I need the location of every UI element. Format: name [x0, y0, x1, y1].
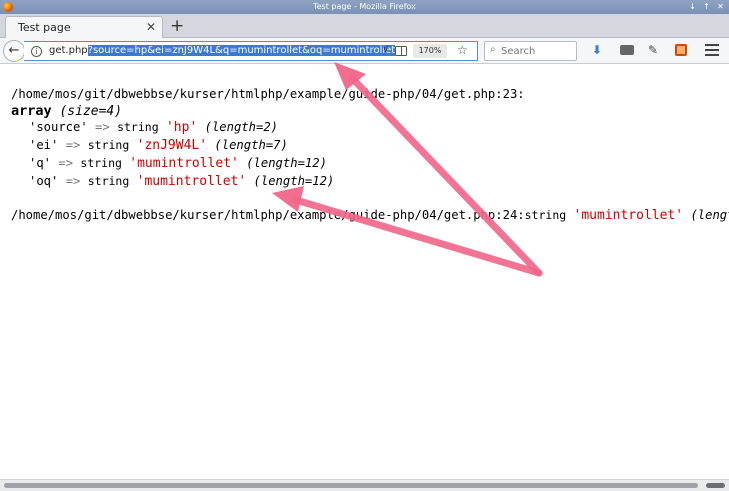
download-icon[interactable]: ⬇ [592, 42, 602, 58]
entry-type: string [80, 156, 122, 170]
url-prefix: get.php [49, 45, 88, 56]
hamburger-menu-icon[interactable] [705, 44, 719, 56]
array-entry: 'oq' => string 'mumintrollet' (length=12… [29, 174, 334, 189]
url-bar[interactable]: i get.php?source=hp&ei=znJ9W4L&q=mumintr… [24, 41, 478, 61]
window-titlebar: Test page - Mozilla Firefox ↓ ↑ ✕ [0, 0, 729, 14]
reader-view-icon[interactable] [395, 46, 407, 56]
array-header: array (size=4) [11, 103, 122, 119]
search-box[interactable]: ⌕ [484, 41, 577, 61]
page-info-icon[interactable]: i [31, 46, 42, 57]
line2-length: (length=12) [690, 208, 729, 222]
dump-path-2: /home/mos/git/dbwebbse/kurser/htmlphp/ex… [11, 208, 525, 222]
eyedropper-icon[interactable]: ✎ [648, 42, 658, 58]
maximize-button[interactable]: ↑ [701, 1, 712, 12]
tab-title: Test page [18, 21, 71, 34]
entry-key: 'oq' [29, 174, 59, 188]
array-entry: 'source' => string 'hp' (length=2) [29, 120, 278, 135]
nav-toolbar: ← i get.php?source=hp&ei=znJ9W4L&q=mumin… [0, 38, 729, 64]
entry-length: (length=12) [253, 174, 335, 188]
entry-key: 'q' [29, 156, 52, 170]
close-window-button[interactable]: ✕ [715, 1, 726, 12]
entry-value: 'mumintrollet' [129, 156, 239, 171]
horizontal-scrollbar[interactable] [0, 479, 729, 491]
scrollbar-thumb[interactable] [4, 483, 698, 488]
firefox-icon [3, 2, 13, 12]
line2-type: string [524, 208, 567, 222]
entry-arrow: => [95, 120, 110, 134]
window-controls: ↓ ↑ ✕ [687, 1, 726, 12]
tab-test-page[interactable]: Test page ✕ [5, 16, 163, 39]
entry-key: 'source' [29, 120, 88, 134]
entry-value: 'mumintrollet' [136, 174, 247, 189]
page-content: /home/mos/git/dbwebbse/kurser/htmlphp/ex… [0, 65, 729, 479]
entry-type: string [87, 174, 130, 188]
array-keyword: array [11, 103, 52, 119]
url-dropdown-icon[interactable]: ∨ [382, 44, 389, 55]
url-text[interactable]: get.php?source=hp&ei=znJ9W4L&q=mumintrol… [49, 45, 396, 56]
entry-value: 'znJ9W4L' [136, 138, 208, 153]
entry-value: 'hp' [165, 120, 198, 135]
array-entry: 'q' => string 'mumintrollet' (length=12) [29, 156, 327, 171]
entry-length: (length=2) [204, 120, 278, 134]
entry-type: string [117, 120, 159, 134]
entry-length: (length=12) [246, 156, 327, 170]
entry-type: string [87, 138, 130, 152]
entry-length: (length=7) [214, 138, 288, 152]
entry-arrow: => [65, 138, 81, 152]
entry-arrow: => [58, 156, 74, 170]
tab-strip: Test page ✕ + [0, 14, 729, 39]
url-selected-query: ?source=hp&ei=znJ9W4L&q=mumintrollet&oq=… [87, 45, 396, 56]
dump-path-line-1: /home/mos/git/dbwebbse/kurser/htmlphp/ex… [11, 87, 525, 101]
dump-path-line-2: /home/mos/git/dbwebbse/kurser/htmlphp/ex… [11, 208, 729, 223]
array-entry: 'ei' => string 'znJ9W4L' (length=7) [29, 138, 288, 153]
entry-arrow: => [65, 174, 81, 188]
line2-value: 'mumintrollet' [573, 208, 684, 223]
back-button[interactable]: ← [3, 40, 25, 62]
search-icon: ⌕ [490, 44, 496, 55]
bookmark-star-icon[interactable]: ☆ [457, 43, 468, 57]
addon-icon[interactable] [675, 44, 687, 56]
extension-icon[interactable] [620, 45, 634, 55]
entry-key: 'ei' [29, 138, 59, 152]
new-tab-button[interactable]: + [170, 16, 184, 36]
search-input[interactable] [501, 44, 573, 58]
scrollbar-end[interactable] [706, 483, 725, 488]
zoom-level-badge[interactable]: 170% [413, 44, 447, 58]
array-size: (size=4) [59, 104, 123, 119]
tab-close-icon[interactable]: ✕ [146, 20, 156, 34]
minimize-button[interactable]: ↓ [687, 1, 698, 12]
window-title: Test page - Mozilla Firefox [313, 2, 416, 11]
